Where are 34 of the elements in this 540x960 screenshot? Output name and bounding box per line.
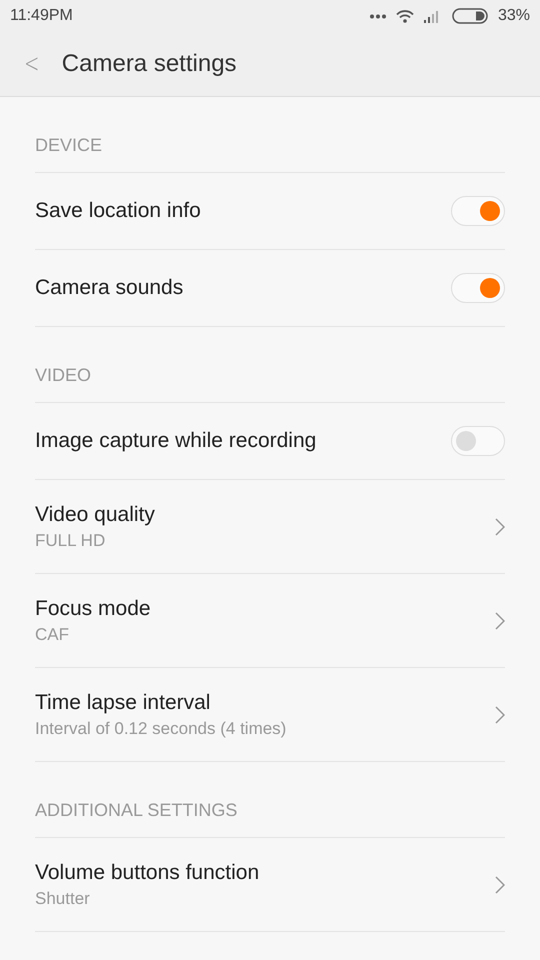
chevron-right-icon [495,612,505,630]
settings-row[interactable]: Video quality FULL HD [35,480,505,574]
toggle-switch[interactable] [451,196,505,226]
setting-label: Save location info [35,199,201,223]
setting-label: Camera sounds [35,276,184,300]
setting-label: Focus mode [35,596,151,620]
setting-label: Time lapse interval [35,690,212,714]
setting-label: Volume buttons function [35,860,260,884]
settings-row[interactable]: Camera sounds [35,250,505,327]
setting-label: Video quality [35,502,155,526]
setting-value: FULL HD [35,530,106,550]
setting-label: Image capture while recording [35,429,316,453]
toggle-switch[interactable] [451,426,505,456]
more-dots-icon [370,14,386,18]
status-time: 11:49PM [10,7,73,25]
settings-row[interactable]: Save location info [35,173,505,250]
wifi-icon [396,10,414,22]
settings-row[interactable]: Time lapse interval Interval of 0.12 seconds (4 times) [35,668,505,762]
chevron-right-icon [495,518,505,536]
setting-value: Interval of 0.12 seconds (4 times) [35,718,286,738]
toggle-switch[interactable] [451,273,505,303]
chevron-right-icon [495,876,505,894]
settings-row[interactable]: Volume buttons function Shutter [35,838,505,932]
setting-value: Shutter [35,888,91,908]
battery-icon [452,8,488,24]
section-header: DEVICE [35,135,102,156]
section-header: ADDITIONAL SETTINGS [35,800,238,821]
settings-row[interactable]: Focus mode CAF [35,574,505,668]
settings-row[interactable]: Image capture while recording [35,403,505,480]
section-header: VIDEO [35,365,92,386]
setting-value: CAF [35,624,70,644]
battery-percent: 33% [498,7,530,25]
chevron-right-icon [495,706,505,724]
screen-title: Camera settings [62,50,237,78]
